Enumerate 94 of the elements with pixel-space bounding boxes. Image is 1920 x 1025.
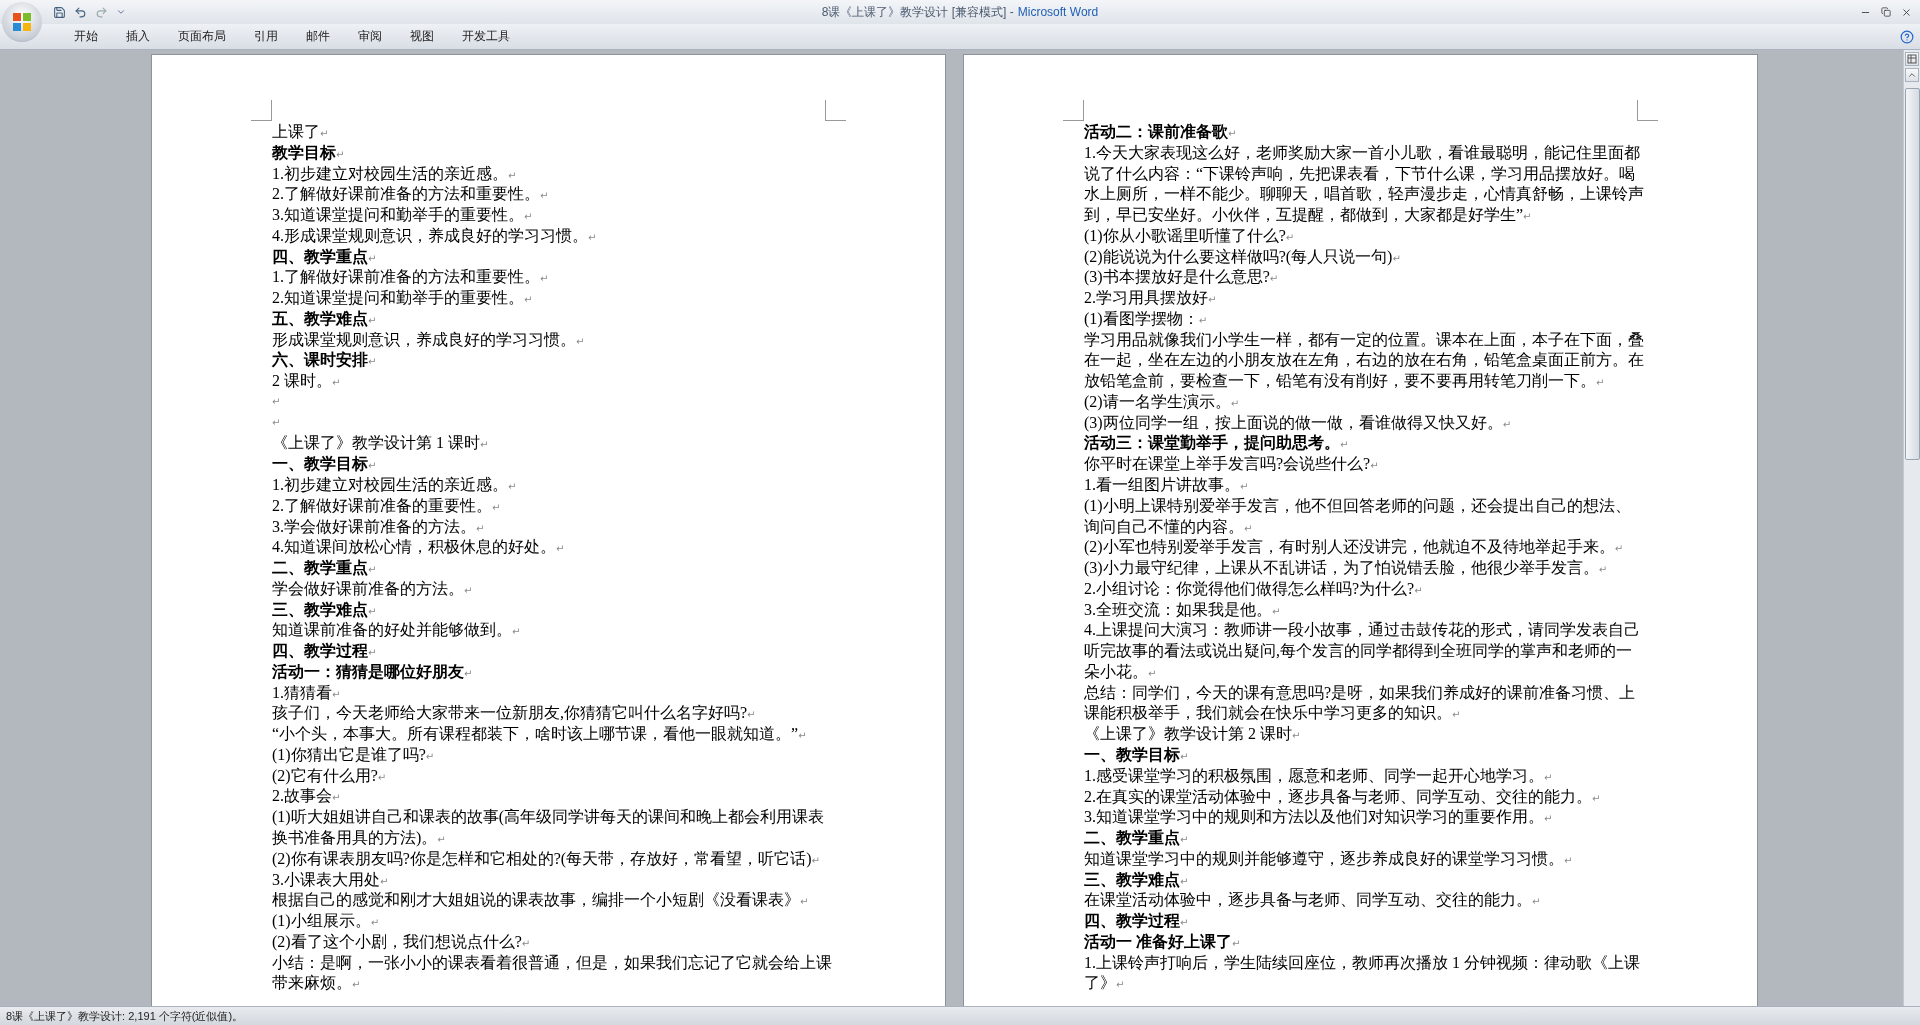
paragraph: 3.小课表大用处↵ — [272, 869, 390, 890]
heading: 五、教学难点↵ — [272, 308, 378, 329]
paragraph: 《上课了》教学设计第 1 课时↵ — [272, 433, 490, 454]
help-icon[interactable] — [1900, 29, 1914, 44]
paragraph: 3.知道课堂提问和勤举手的重要性。↵ — [272, 205, 534, 226]
scroll-up-icon[interactable] — [1905, 68, 1919, 82]
paragraph: (1)小组展示。↵ — [272, 911, 381, 932]
status-text: 8课《上课了》教学设计: 2,191 个字符(近似值)。 — [6, 1008, 244, 1024]
heading: 二、教学重点↵ — [1084, 828, 1190, 849]
paragraph: 总结：同学们，今天的课有意思吗?是呀，如果我们养成好的课前准备习惯、上课能积极举手，我们就会在快乐中学习更多的知识。↵ — [1084, 682, 1637, 724]
save-icon[interactable] — [52, 4, 67, 20]
paragraph: 1.看一组图片讲故事。↵ — [1084, 475, 1250, 495]
paragraph: 2.故事会↵ — [272, 786, 342, 807]
paragraph: 1.了解做好课前准备的方法和重要性。↵ — [272, 267, 550, 288]
paragraph: 在课堂活动体验中，逐步具备与老师、同学互动、交往的能力。↵ — [1084, 890, 1542, 911]
app-name: Microsoft Word — [1017, 5, 1099, 19]
paragraph: (1)看图学摆物：↵ — [1084, 308, 1209, 330]
heading: 四、教学过程↵ — [272, 641, 378, 662]
heading: 二、教学重点↵ — [272, 558, 378, 579]
paragraph: 2.知道课堂提问和勤举手的重要性。↵ — [272, 288, 534, 309]
heading: 三、教学难点↵ — [272, 599, 378, 620]
margin-mark — [251, 100, 272, 121]
paragraph: (2)看了这个小剧，我们想说点什么?↵ — [272, 931, 532, 953]
ruler-icon[interactable] — [1905, 52, 1919, 66]
heading: 一、教学目标↵ — [272, 454, 378, 475]
paragraph: 2 课时。↵ — [272, 371, 342, 392]
scrollbar-thumb[interactable] — [1904, 88, 1920, 460]
paragraph-mark: ↵ — [272, 394, 282, 409]
paragraph: 2.了解做好课前准备的重要性。↵ — [272, 495, 502, 516]
restore-icon[interactable] — [1879, 6, 1893, 18]
margin-mark — [1063, 100, 1084, 121]
paragraph: (1)你猜出它是谁了吗?↵ — [272, 744, 436, 766]
window-title: 8课《上课了》教学设计 [兼容模式] - — [821, 3, 1014, 21]
paragraph-mark: ↵ — [272, 415, 282, 430]
heading: 一、教学目标↵ — [1084, 744, 1190, 765]
paragraph: 孩子们，今天老师给大家带来一位新朋友,你猜猜它叫什么名字好吗?↵ — [272, 703, 757, 724]
paragraph: (3)书本摆放好是什么意思?↵ — [1084, 267, 1280, 288]
ribbon-tab[interactable]: 邮件 — [292, 25, 344, 48]
paragraph: 1.猜猜看↵ — [272, 682, 342, 703]
paragraph: 形成课堂规则意识，养成良好的学习习惯。↵ — [272, 329, 586, 350]
paragraph: 1.今天大家表现这么好，老师奖励大家一首小儿歌，看谁最聪明，能记住里面都说了什么内容：“下课铃声响，先把课表看，下节什么课，学习用品摆放好。喝水上厕所，一样不能少。聊聊天，唱首歌，轻声漫步走，心情真舒畅，上课铃声到，早已安坐好。小伙伴，互提醒，都做到，大家都是好学生”↵ — [1084, 142, 1645, 226]
paragraph: 知道课前准备的好处并能够做到。↵ — [272, 620, 522, 641]
paragraph: 1.上课铃声打响后，学生陆续回座位，教师再次播放 1 分钟视频：律动歌《上课了》↵ — [1084, 952, 1641, 994]
paragraph: (2)小军也特别爱举手发言，有时别人还没讲完，他就迫不及待地举起手来。↵ — [1084, 537, 1625, 558]
paragraph: 学会做好课前准备的方法。↵ — [272, 578, 474, 599]
ribbon-tab[interactable]: 插入 — [112, 25, 164, 48]
paragraph: (1)小明上课特别爱举手发言，他不但回答老师的问题，还会提出自己的想法、询问自己不懂的内容。↵ — [1084, 495, 1632, 537]
paragraph: (2)请一名学生演示。↵ — [1084, 391, 1241, 413]
paragraph: 知道课堂学习中的规则并能够遵守，逐步养成良好的课堂学习习惯。↵ — [1084, 848, 1574, 869]
paragraph: 根据自己的感觉和刚才大姐姐说的课表故事，编排一个小短剧《没看课表》↵ — [272, 890, 810, 911]
paragraph: 2.了解做好课前准备的方法和重要性。↵ — [272, 184, 550, 205]
heading: 六、课时安排↵ — [272, 350, 378, 371]
heading: 四、教学重点↵ — [272, 246, 378, 267]
paragraph: 4.形成课堂规则意识，养成良好的学习习惯。↵ — [272, 225, 598, 246]
heading: 活动一：猜猜是哪位好朋友↵ — [272, 661, 474, 682]
heading: 三、教学难点↵ — [1084, 869, 1190, 890]
paragraph: (2)能说说为什么要这样做吗?(每人只说一句)↵ — [1084, 246, 1402, 268]
heading: 活动二：课前准备歌↵ — [1084, 122, 1238, 142]
heading: 活动三：课堂勤举手，提问助思考。↵ — [1084, 433, 1350, 454]
ribbon-tab[interactable]: 审阅 — [344, 25, 396, 48]
paragraph: 2.学习用具摆放好↵ — [1084, 288, 1218, 309]
paragraph: 4.上课提问大演习：教师讲一段小故事，通过击鼓传花的形式，请同学发表自己听完故事的看法或说出疑问,每个发言的同学都得到全班同学的掌声和老师的一朵小花。↵ — [1084, 620, 1641, 682]
paragraph: 1.初步建立对校园生活的亲近感。↵ — [272, 475, 518, 495]
paragraph: 上课了↵ — [272, 122, 330, 142]
paragraph: (3)两位同学一组，按上面说的做一做，看谁做得又快又好。↵ — [1084, 412, 1513, 434]
logo-icon — [11, 11, 33, 33]
paragraph: 你平时在课堂上举手发言吗?会说些什么?↵ — [1084, 454, 1380, 475]
paragraph: (1)听大姐姐讲自己和课表的故事(高年级同学讲每天的课间和晚上都会利用课表换书准备用具的方法)。↵ — [272, 807, 825, 849]
ribbon-tab[interactable]: 开始 — [60, 25, 112, 48]
ribbon-tab[interactable]: 视图 — [396, 25, 448, 48]
paragraph: 1.感受课堂学习的积极氛围，愿意和老师、同学一起开心地学习。↵ — [1084, 765, 1554, 786]
paragraph: (1)你从小歌谣里听懂了什么?↵ — [1084, 225, 1296, 247]
paragraph: 3.知道课堂学习中的规则和方法以及他们对知识学习的重要作用。↵ — [1084, 807, 1554, 828]
paragraph: (2)你有课表朋友吗?你是怎样和它相处的?(每天带，存放好，常看望，听它话)↵ — [272, 848, 821, 870]
paragraph: 小结：是啊，一张小小的课表看着很普通，但是，如果我们忘记了它就会给上课带来麻烦。↵ — [272, 952, 833, 994]
margin-mark — [1637, 100, 1658, 121]
ribbon-tab[interactable]: 引用 — [240, 25, 292, 48]
paragraph: 2.小组讨论：你觉得他们做得怎么样吗?为什么?↵ — [1084, 578, 1424, 599]
paragraph: 1.初步建立对校园生活的亲近感。↵ — [272, 163, 518, 184]
margin-mark — [825, 100, 846, 121]
paragraph: 3.全班交流：如果我是他。↵ — [1084, 599, 1282, 620]
paragraph: (3)小力最守纪律，上课从不乱讲话，为了怕说错丢脸，他很少举手发言。↵ — [1084, 558, 1609, 579]
paragraph: (2)它有什么用?↵ — [272, 765, 388, 787]
paragraph: “小个头，本事大。所有课程都装下，啥时该上哪节课，看他一眼就知道。”↵ — [272, 724, 808, 745]
ribbon-tab[interactable]: 开发工具 — [448, 25, 524, 48]
paragraph: 学习用品就像我们小学生一样，都有一定的位置。课本在上面，本子在下面，叠在一起，坐在左边的小朋友放在左角，右边的放在右角，铅笔盒桌面正前方。在放铅笔盒前，要检查一下，铅笔有没有削好，要不要再用转笔刀削一下。↵ — [1084, 329, 1645, 392]
paragraph: 3.学会做好课前准备的方法。↵ — [272, 516, 486, 537]
heading: 教学目标↵ — [272, 142, 346, 163]
paragraph: 4.知道课间放松心情，积极休息的好处。↵ — [272, 537, 566, 558]
heading: 活动一 准备好上课了↵ — [1084, 931, 1242, 952]
ribbon-tab[interactable]: 页面布局 — [164, 25, 240, 48]
heading: 四、教学过程↵ — [1084, 911, 1190, 932]
paragraph: 《上课了》教学设计第 2 课时↵ — [1084, 724, 1302, 745]
paragraph: 2.在真实的课堂活动体验中，逐步具备与老师、同学互动、交往的能力。↵ — [1084, 786, 1602, 807]
